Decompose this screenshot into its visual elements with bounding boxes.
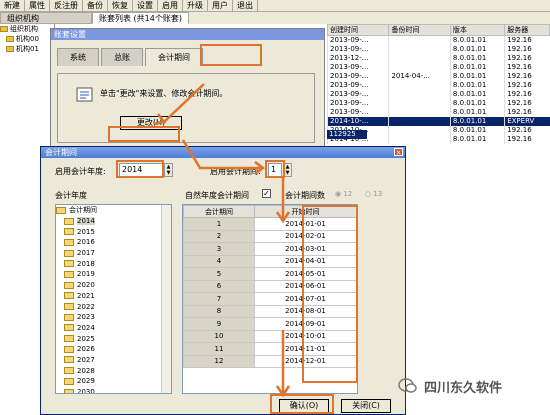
guide-arrows <box>153 83 291 398</box>
watermark: 四川东久软件 <box>398 374 548 398</box>
watermark-text: 四川东久软件 <box>424 380 503 396</box>
wechat-icon <box>398 378 417 393</box>
